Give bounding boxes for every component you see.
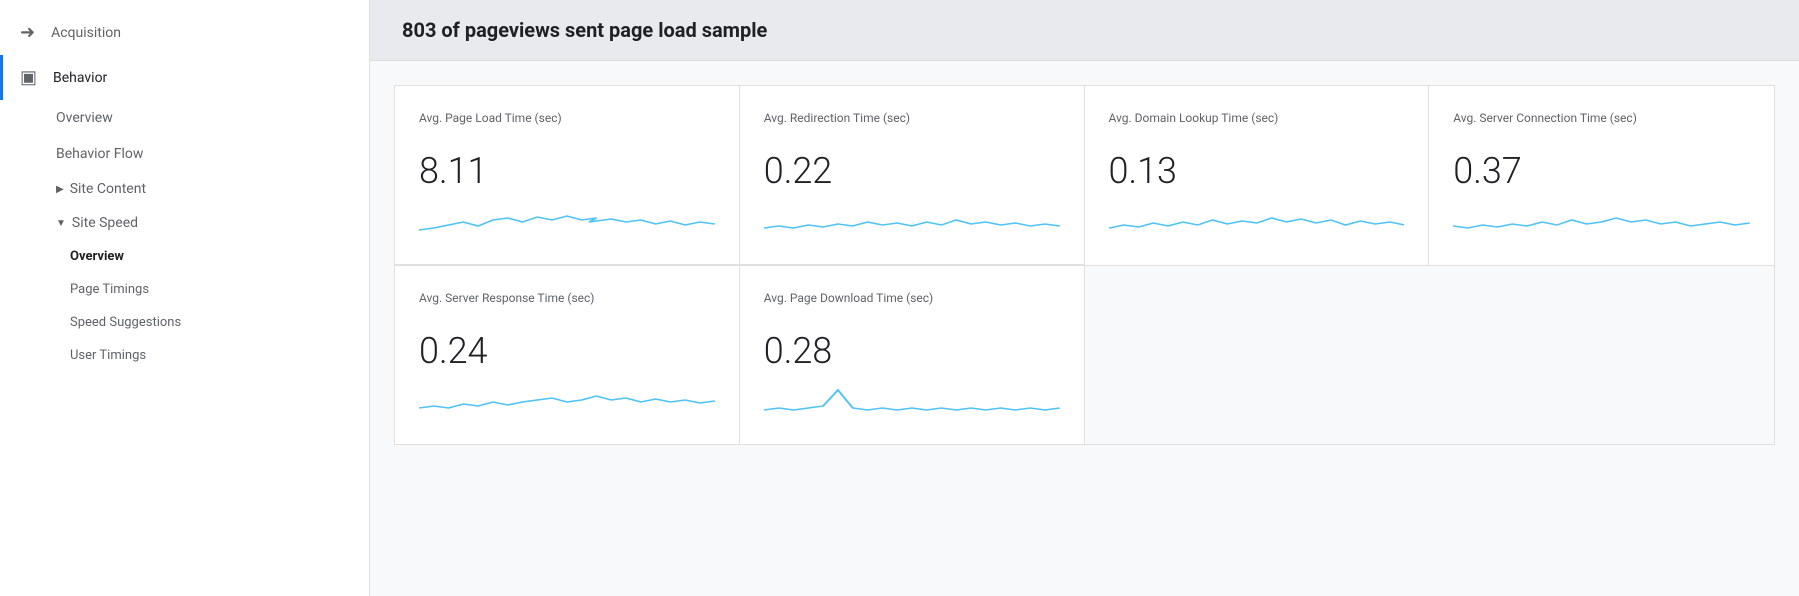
metric-label-redirection: Avg. Redirection Time (sec) (764, 110, 1060, 142)
metric-label-server-connection: Avg. Server Connection Time (sec) (1453, 110, 1750, 142)
sidebar-item-site-content[interactable]: ▶ Site Content (0, 172, 369, 206)
metric-card-empty-1 (1085, 266, 1430, 444)
sidebar-item-overview[interactable]: Overview (0, 100, 369, 136)
metric-label-page-download: Avg. Page Download Time (sec) (764, 290, 1060, 322)
sidebar-item-site-speed[interactable]: ▼ Site Speed (0, 206, 369, 240)
site-content-arrow-icon: ▶ (56, 184, 64, 195)
metric-value-server-connection: 0.37 (1453, 150, 1750, 192)
sidebar-item-acquisition[interactable]: ➜ Acquisition (0, 10, 369, 55)
site-speed-arrow-icon: ▼ (56, 218, 66, 229)
sidebar-item-behavior[interactable]: ▣ Behavior (0, 55, 369, 100)
main-content: 803 of pageviews sent page load sample A… (370, 0, 1799, 596)
sparkline-domain-lookup (1109, 200, 1405, 240)
sparkline-page-load (419, 200, 715, 240)
metric-card-page-download: Avg. Page Download Time (sec) 0.28 (740, 266, 1085, 444)
page-title: 803 of pageviews sent page load sample (402, 18, 767, 42)
metric-card-server-response: Avg. Server Response Time (sec) 0.24 (395, 266, 740, 444)
metric-label-page-load: Avg. Page Load Time (sec) (419, 110, 715, 142)
page-header: 803 of pageviews sent page load sample (370, 0, 1799, 61)
metric-value-redirection: 0.22 (764, 150, 1060, 192)
sidebar-subitem-overview[interactable]: Overview (0, 240, 369, 273)
metric-card-redirection: Avg. Redirection Time (sec) 0.22 (740, 86, 1085, 265)
sidebar-subitem-page-timings[interactable]: Page Timings (0, 273, 369, 306)
metric-card-empty-2 (1429, 266, 1774, 444)
metric-card-page-load: Avg. Page Load Time (sec) 8.11 (395, 86, 740, 265)
sparkline-redirection (764, 200, 1060, 240)
sidebar-subitem-speed-suggestions[interactable]: Speed Suggestions (0, 306, 369, 339)
sidebar-subitem-user-timings[interactable]: User Timings (0, 339, 369, 372)
sidebar-item-acquisition-label: Acquisition (51, 25, 121, 41)
metric-value-page-load: 8.11 (419, 150, 715, 192)
acquisition-icon: ➜ (20, 22, 35, 43)
metrics-grid-bottom: Avg. Server Response Time (sec) 0.24 Avg… (394, 266, 1775, 445)
metric-label-domain-lookup: Avg. Domain Lookup Time (sec) (1109, 110, 1405, 142)
metric-value-page-download: 0.28 (764, 330, 1060, 372)
metric-value-server-response: 0.24 (419, 330, 715, 372)
metrics-grid-top: Avg. Page Load Time (sec) 8.11 Avg. Redi… (394, 85, 1775, 266)
sparkline-server-response (419, 380, 715, 420)
metric-card-domain-lookup: Avg. Domain Lookup Time (sec) 0.13 (1085, 86, 1430, 265)
sparkline-server-connection (1453, 200, 1750, 240)
metric-value-domain-lookup: 0.13 (1109, 150, 1405, 192)
metric-card-server-connection: Avg. Server Connection Time (sec) 0.37 (1429, 86, 1774, 265)
behavior-icon: ▣ (20, 67, 37, 88)
metric-label-server-response: Avg. Server Response Time (sec) (419, 290, 715, 322)
sparkline-page-download (764, 380, 1060, 420)
sidebar: ➜ Acquisition ▣ Behavior Overview Behavi… (0, 0, 370, 596)
sidebar-item-behavior-flow[interactable]: Behavior Flow (0, 136, 369, 172)
sidebar-item-behavior-label: Behavior (53, 70, 107, 86)
